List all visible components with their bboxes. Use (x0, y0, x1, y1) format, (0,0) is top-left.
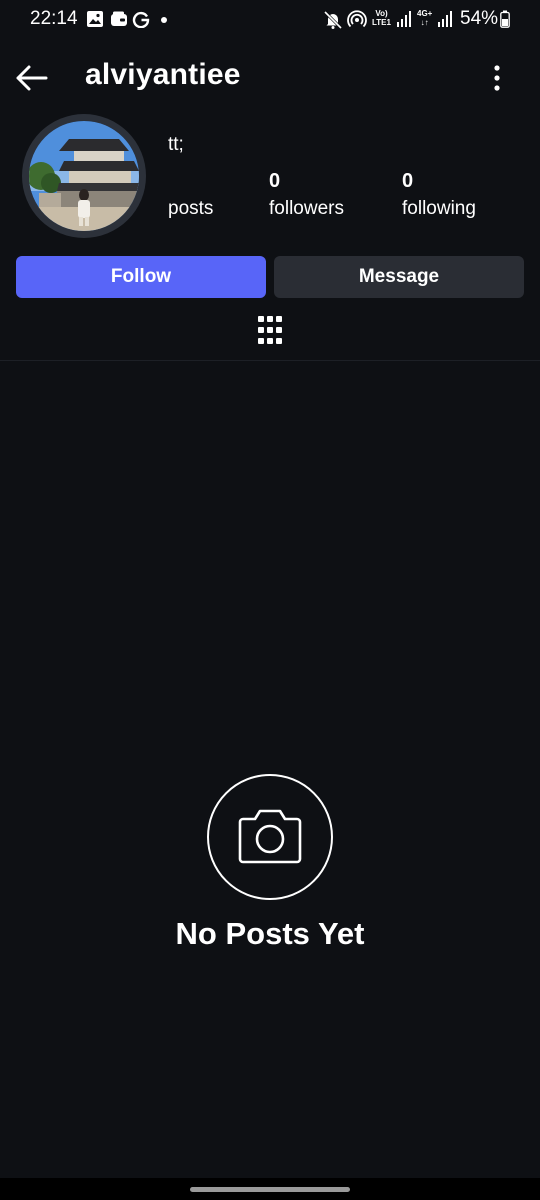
followers-count: 0 (269, 170, 281, 192)
volte-icon: Vo) LTE1 (372, 9, 391, 27)
signal-icon (397, 11, 411, 27)
empty-state-text: No Posts Yet (175, 916, 365, 951)
posts-stat[interactable]: posts (168, 170, 213, 220)
avatar-ring[interactable] (22, 114, 146, 238)
status-bar: 22:14 Vo) LTE1 4G+ ↓↑ 54% (0, 0, 540, 40)
following-label: following (402, 198, 476, 219)
following-count: 0 (402, 170, 414, 192)
followers-stat[interactable]: 0 followers (269, 170, 344, 220)
more-options-icon[interactable] (486, 62, 508, 94)
mute-icon (323, 10, 343, 30)
wallet-icon (111, 11, 127, 26)
back-arrow-icon[interactable] (14, 60, 50, 96)
message-button[interactable]: Message (274, 256, 524, 298)
profile-bio: tt; (168, 134, 184, 155)
status-time: 22:14 (30, 8, 78, 29)
gallery-icon (87, 11, 103, 27)
grid-tab-icon[interactable] (258, 316, 282, 344)
following-stat[interactable]: 0 following (402, 170, 476, 220)
notification-dot-icon (161, 17, 167, 23)
avatar[interactable] (29, 121, 139, 231)
empty-state-circle (207, 774, 333, 900)
4g-icon: 4G+ ↓↑ (417, 9, 433, 27)
follow-button[interactable]: Follow (16, 256, 266, 298)
battery-percentage: 54% (460, 8, 499, 29)
camera-icon (238, 809, 302, 864)
hotspot-icon (347, 10, 367, 28)
signal-icon (438, 11, 452, 27)
profile-username: alviyantiee (85, 58, 241, 91)
posts-count (168, 170, 213, 196)
followers-label: followers (269, 198, 344, 219)
battery-icon (500, 10, 510, 28)
tab-divider (0, 360, 540, 361)
home-indicator[interactable] (190, 1187, 350, 1192)
google-icon (132, 11, 150, 28)
avatar-photo (29, 121, 139, 231)
posts-label: posts (168, 198, 214, 219)
